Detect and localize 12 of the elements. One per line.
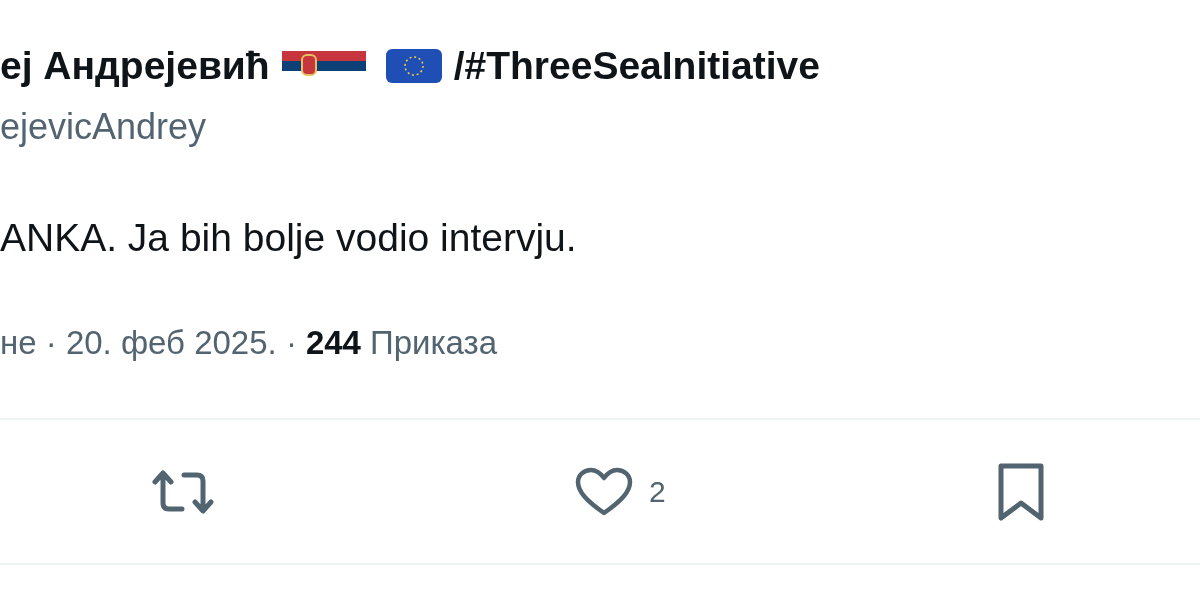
views-label: Приказа [369,324,498,362]
author-name: ej Андрејевић [0,44,270,88]
post-date: не · 20. феб 2025. · [0,324,297,362]
heart-icon[interactable] [575,466,633,517]
repost-icon[interactable] [152,468,214,515]
views-count: 244 [305,324,361,362]
tweet-text: ANKA. Ja bih bolje vodio intervju. [0,216,578,260]
bookmark-icon[interactable] [997,462,1045,521]
author-handle: ejevicAndrey [0,106,208,148]
like-count: 2 [649,474,666,509]
author-name-suffix: /#ThreeSeaInitiative [453,44,820,88]
flag-icon [385,49,442,83]
